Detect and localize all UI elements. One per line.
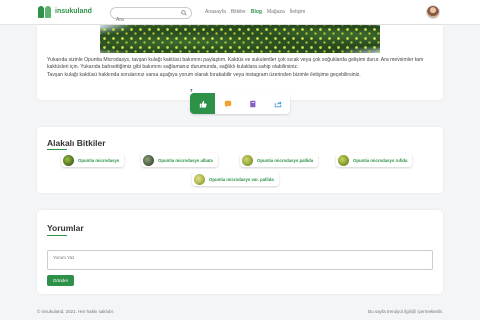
footer-note: Bu sayfa trendyol ilgili@ içermektedir.	[368, 309, 443, 314]
article-actions: 7	[190, 88, 290, 114]
plant-thumbnail	[338, 154, 349, 166]
search-bar	[110, 7, 192, 25]
related-plants-card: Alakalı Bitkiler Opuntia microdasys Opun…	[37, 127, 443, 193]
article-paragraph: Tavşan kulağı kaktüsü hakkında soruların…	[47, 71, 361, 78]
submit-comment-button[interactable]: Gönder	[47, 275, 74, 286]
main-nav: Anasayfa Bitkiler Blog Mağaza İletişim	[205, 9, 305, 15]
user-avatar[interactable]	[426, 5, 440, 19]
like-button[interactable]: 7	[190, 88, 215, 114]
like-count: 7	[190, 88, 193, 93]
article-card: Yukarıda sizinle Opuntia Microdasys, tav…	[37, 25, 443, 100]
nav-iletisim[interactable]: İletişim	[290, 9, 306, 15]
comment-icon	[224, 100, 231, 107]
article-body: Yukarıda sizinle Opuntia Microdasys, tav…	[47, 57, 435, 79]
plant-thumbnail	[242, 154, 253, 166]
cactus-logo-icon	[38, 6, 52, 18]
related-plant-label: Opuntia microdasys var. pallida	[209, 176, 274, 182]
comment-textarea[interactable]	[47, 250, 433, 270]
related-plant-chip[interactable]: Opuntia microdasys rufida	[336, 153, 413, 167]
nav-bitkiler[interactable]: Bitkiler	[231, 9, 246, 15]
title-underline	[47, 149, 67, 150]
plant-thumbnail	[63, 154, 74, 166]
related-plant-label: Opuntia microdasys rufida	[353, 157, 408, 163]
related-plant-chip[interactable]: Opuntia microdasys pallida	[240, 153, 319, 167]
thumbs-up-icon	[199, 100, 207, 108]
comments-title: Yorumlar	[47, 223, 84, 233]
search-icon[interactable]	[181, 10, 187, 16]
bookmark-icon	[249, 100, 255, 107]
related-plant-label: Opuntia microdasys albata	[158, 157, 213, 163]
top-navbar: insukuland Anasayfa Bitkiler Blog Mağaza…	[0, 0, 480, 25]
related-plant-chip[interactable]: Opuntia microdasys var. pallida	[192, 172, 279, 186]
related-plant-label: Opuntia microdasys	[78, 157, 120, 163]
search-input[interactable]	[111, 15, 181, 25]
logo-text: insukuland	[55, 8, 92, 15]
cactus-hero-image	[100, 25, 380, 53]
plant-thumbnail	[194, 173, 205, 185]
nav-magaza[interactable]: Mağaza	[267, 9, 285, 15]
related-plant-label: Opuntia microdasys pallida	[257, 157, 314, 163]
share-icon	[274, 100, 282, 107]
comments-card: Yorumlar Gönder	[37, 210, 443, 294]
site-logo[interactable]: insukuland	[38, 6, 92, 18]
related-plant-chip[interactable]: Opuntia microdasys albata	[141, 153, 218, 167]
title-underline	[47, 235, 67, 236]
related-title: Alakalı Bitkiler	[47, 138, 106, 148]
bookmark-button[interactable]	[240, 93, 265, 114]
nav-anasayfa[interactable]: Anasayfa	[205, 9, 226, 15]
nav-blog[interactable]: Blog	[251, 9, 262, 15]
footer-copyright: © insukuland, 2021. Her hakkı saklıdır.	[37, 309, 115, 314]
article-paragraph: Yukarıda sizinle Opuntia Microdasys, tav…	[47, 57, 424, 71]
plant-thumbnail	[143, 154, 154, 166]
comment-button[interactable]	[215, 93, 240, 114]
related-plant-chip[interactable]: Opuntia microdasys	[61, 153, 125, 167]
share-button[interactable]	[265, 93, 290, 114]
